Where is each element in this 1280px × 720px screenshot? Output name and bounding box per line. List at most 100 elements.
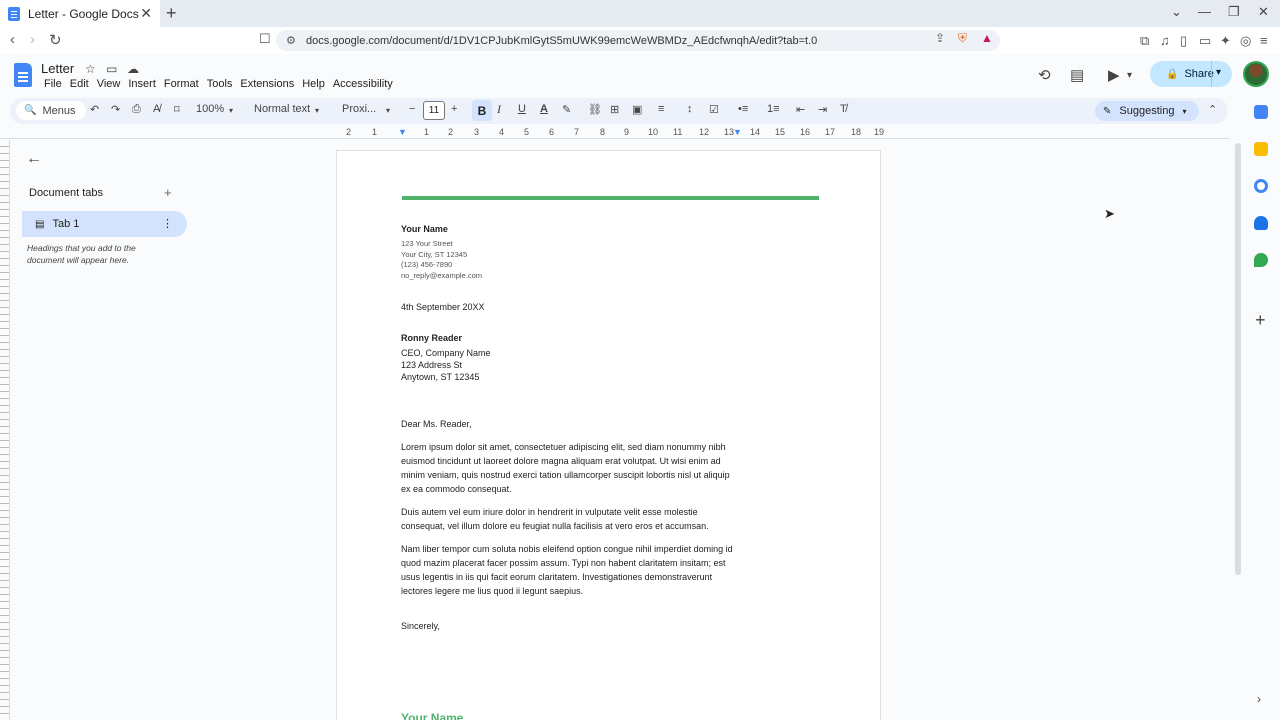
browser-menu-icon[interactable]: ≡: [1260, 33, 1268, 48]
add-tab-icon[interactable]: +: [164, 185, 172, 200]
document-title[interactable]: Letter: [41, 61, 74, 76]
menu-view[interactable]: View: [93, 78, 125, 90]
checklist-icon[interactable]: ☑: [709, 103, 719, 116]
document-tab-item[interactable]: ▤ Tab 1 ⋮: [22, 211, 187, 237]
site-info-icon[interactable]: ⚙: [286, 34, 296, 47]
style-dropdown-icon[interactable]: ▾: [315, 106, 319, 115]
browser-tab-title: Letter - Google Docs: [28, 6, 139, 21]
increase-font-icon[interactable]: +: [451, 103, 457, 115]
close-window-button[interactable]: ✕: [1258, 4, 1269, 20]
vpn-icon[interactable]: ◎: [1240, 33, 1251, 49]
menu-accessibility[interactable]: Accessibility: [329, 78, 397, 90]
tab-options-icon[interactable]: ⋮: [162, 217, 173, 230]
brave-shield-icon[interactable]: ⛨: [958, 31, 967, 46]
star-icon[interactable]: ☆: [85, 62, 96, 76]
collapse-menus-icon[interactable]: ⌃: [1208, 103, 1217, 116]
indent-marker-icon[interactable]: ▼: [398, 127, 407, 137]
salutation: Dear Ms. Reader,: [401, 419, 472, 429]
menu-format[interactable]: Format: [160, 78, 203, 90]
tab-document-icon: ▤: [35, 218, 45, 230]
close-tab-icon[interactable]: ✕: [140, 5, 152, 22]
zoom-dropdown-icon[interactable]: ▾: [229, 106, 233, 115]
document-page[interactable]: Your Name 123 Your Street Your City, ST …: [336, 150, 881, 720]
editing-mode-button[interactable]: ✎ Suggesting ▾: [1095, 101, 1199, 121]
text-color-icon[interactable]: A: [540, 103, 548, 115]
menu-tools[interactable]: Tools: [203, 78, 237, 90]
forward-icon[interactable]: ›: [30, 31, 35, 48]
align-icon[interactable]: ≡: [658, 103, 664, 115]
menu-help[interactable]: Help: [298, 78, 329, 90]
share-dropdown-icon[interactable]: ▾: [1216, 67, 1221, 78]
reload-icon[interactable]: ↻: [49, 31, 62, 49]
account-avatar[interactable]: [1243, 61, 1269, 87]
meet-dropdown-icon[interactable]: ▾: [1127, 70, 1132, 81]
bold-button[interactable]: B: [472, 100, 492, 121]
media-icon[interactable]: ♫: [1160, 33, 1170, 48]
vertical-scrollbar[interactable]: [1235, 143, 1241, 575]
get-add-ons-icon[interactable]: +: [1255, 310, 1266, 331]
sidebar-icon[interactable]: ▯: [1180, 33, 1187, 49]
font-dropdown-icon[interactable]: ▾: [386, 106, 390, 115]
extension-puzzle-icon[interactable]: ⧉: [1140, 33, 1149, 49]
back-arrow-icon[interactable]: ←: [26, 150, 42, 168]
undo-icon[interactable]: ↶: [90, 103, 99, 116]
search-menus-button[interactable]: 🔍 Menus: [16, 101, 86, 120]
contacts-icon[interactable]: [1254, 216, 1268, 230]
menu-edit[interactable]: Edit: [66, 78, 93, 90]
insert-image-icon[interactable]: ▣: [632, 103, 642, 116]
bookmark-icon[interactable]: ☐: [259, 31, 271, 47]
wallet-icon[interactable]: ▭: [1199, 33, 1211, 49]
tab-search-icon[interactable]: ⌄: [1171, 4, 1182, 20]
menu-insert[interactable]: Insert: [124, 78, 160, 90]
menu-extensions[interactable]: Extensions: [236, 78, 298, 90]
url-bar[interactable]: ⚙ docs.google.com/document/d/1DV1CPJubKm…: [276, 30, 1000, 51]
keep-icon[interactable]: [1254, 142, 1268, 156]
share-button[interactable]: 🔒 Share ▾: [1150, 61, 1232, 87]
decrease-indent-icon[interactable]: ⇤: [796, 103, 805, 116]
version-history-icon[interactable]: ⟲: [1038, 66, 1051, 84]
share-page-icon[interactable]: ⇪: [935, 31, 945, 45]
menu-file[interactable]: File: [40, 78, 66, 90]
calendar-icon[interactable]: [1254, 105, 1268, 119]
redo-icon[interactable]: ↷: [111, 103, 120, 116]
add-comment-icon[interactable]: ⊞: [610, 103, 619, 116]
numbered-list-icon[interactable]: 1≡: [767, 103, 780, 115]
tasks-icon[interactable]: [1254, 179, 1268, 193]
print-icon[interactable]: ⎙: [132, 103, 141, 116]
zoom-select[interactable]: 100%: [196, 103, 224, 115]
paint-format-icon[interactable]: ⌑: [174, 103, 180, 116]
leo-ai-icon[interactable]: ✦: [1220, 33, 1231, 49]
ruler-number: 17: [825, 127, 836, 137]
line-spacing-icon[interactable]: ↕: [687, 103, 693, 115]
new-tab-button[interactable]: +: [166, 3, 177, 24]
spellcheck-icon[interactable]: A̸: [153, 103, 160, 115]
minimize-button[interactable]: —: [1198, 4, 1211, 19]
bulleted-list-icon[interactable]: •≡: [738, 103, 748, 115]
horizontal-ruler[interactable]: 2 1 ▼ 1 2 3 4 5 6 7 8 9 10 11 12 13 ▼ 14…: [336, 127, 884, 139]
insert-link-icon[interactable]: ⛓: [588, 103, 602, 116]
browser-tab[interactable]: Letter - Google Docs ✕: [0, 0, 160, 27]
letter-date: 4th September 20XX: [401, 302, 485, 312]
docs-logo-icon[interactable]: [14, 63, 32, 87]
font-size-input[interactable]: 11: [423, 101, 445, 120]
move-folder-icon[interactable]: ▭: [106, 62, 117, 76]
highlight-icon[interactable]: ✎: [562, 103, 571, 116]
decrease-font-icon[interactable]: −: [409, 103, 415, 115]
comments-icon[interactable]: ▤: [1070, 66, 1084, 84]
font-select[interactable]: Proxi...: [342, 103, 376, 115]
clear-formatting-icon[interactable]: T̸: [840, 103, 847, 115]
maps-icon[interactable]: [1254, 253, 1268, 267]
maximize-button[interactable]: ❐: [1228, 4, 1240, 20]
cloud-saved-icon[interactable]: ☁: [127, 62, 139, 76]
share-label: Share: [1184, 68, 1214, 80]
underline-button[interactable]: U: [518, 103, 526, 115]
meet-icon[interactable]: ▶: [1108, 66, 1120, 84]
increase-indent-icon[interactable]: ⇥: [818, 103, 827, 116]
right-indent-marker-icon[interactable]: ▼: [733, 127, 742, 137]
expand-panel-icon[interactable]: ›: [1257, 692, 1261, 706]
rewards-icon[interactable]: ▲: [981, 31, 993, 45]
back-icon[interactable]: ‹: [10, 31, 15, 48]
vertical-ruler[interactable]: [0, 140, 10, 720]
style-select[interactable]: Normal text: [254, 103, 310, 115]
italic-button[interactable]: I: [497, 102, 501, 117]
